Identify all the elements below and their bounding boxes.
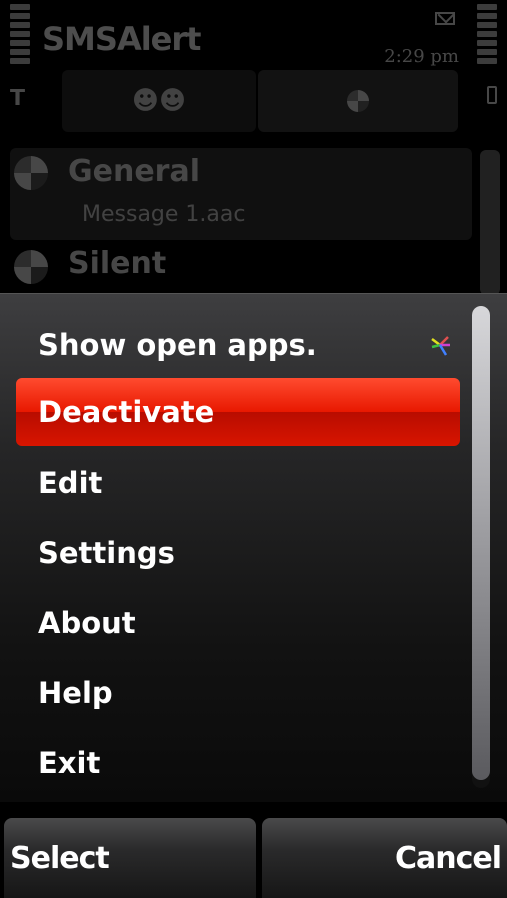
clock: 2:29 pm: [384, 46, 459, 67]
background-scrollbar: [480, 150, 500, 295]
menu-item-label: Show open apps.: [38, 328, 317, 362]
battery-icon: [487, 86, 497, 104]
tab-profiles[interactable]: [258, 70, 458, 132]
profile-tone-general: Message 1.aac: [82, 202, 246, 227]
open-apps-icon: [431, 336, 450, 356]
select-softkey-label: Select: [10, 840, 110, 876]
antenna-icon: 𝗧: [10, 86, 26, 111]
menu-item-label: Help: [38, 676, 113, 710]
options-menu: Show open apps. Deactivate Edit Settings…: [0, 293, 507, 802]
profile-name-general: General: [68, 154, 200, 189]
menu-item-exit[interactable]: Exit: [16, 732, 460, 794]
profile-name-silent[interactable]: Silent: [68, 246, 166, 281]
menu-item-about[interactable]: About: [16, 592, 460, 654]
profile-icon: [14, 156, 48, 190]
menu-item-deactivate[interactable]: Deactivate: [16, 378, 460, 446]
select-softkey[interactable]: Select: [4, 818, 256, 898]
app-title: SMSAlert: [42, 20, 201, 58]
menu-scrollbar[interactable]: [472, 306, 490, 788]
status-bar: SMSAlert 2:29 pm: [0, 0, 507, 70]
profile-icon: [14, 250, 48, 284]
menu-item-settings[interactable]: Settings: [16, 522, 460, 584]
cancel-softkey[interactable]: Cancel: [262, 818, 507, 898]
menu-item-label: Settings: [38, 536, 175, 570]
menu-item-show-open-apps[interactable]: Show open apps.: [16, 314, 460, 376]
menu-item-label: Exit: [38, 746, 101, 780]
battery-level-icon: [477, 4, 497, 68]
phone-screen: SMSAlert 2:29 pm 𝗧 ☻☻ General Message 1.…: [0, 0, 507, 898]
message-envelope-icon: [435, 12, 455, 25]
menu-item-edit[interactable]: Edit: [16, 452, 460, 514]
background-app: SMSAlert 2:29 pm 𝗧 ☻☻ General Message 1.…: [0, 0, 507, 300]
menu-item-label: Deactivate: [38, 395, 215, 429]
menu-item-label: Edit: [38, 466, 103, 500]
tab-contacts[interactable]: ☻☻: [62, 70, 256, 132]
menu-item-label: About: [38, 606, 136, 640]
profile-pie-icon: [347, 90, 369, 112]
cancel-softkey-label: Cancel: [394, 840, 502, 876]
menu-item-help[interactable]: Help: [16, 662, 460, 724]
menu-scrollbar-thumb[interactable]: [472, 306, 490, 780]
contacts-icon: ☻☻: [131, 86, 187, 116]
signal-strength-icon: [10, 4, 30, 68]
